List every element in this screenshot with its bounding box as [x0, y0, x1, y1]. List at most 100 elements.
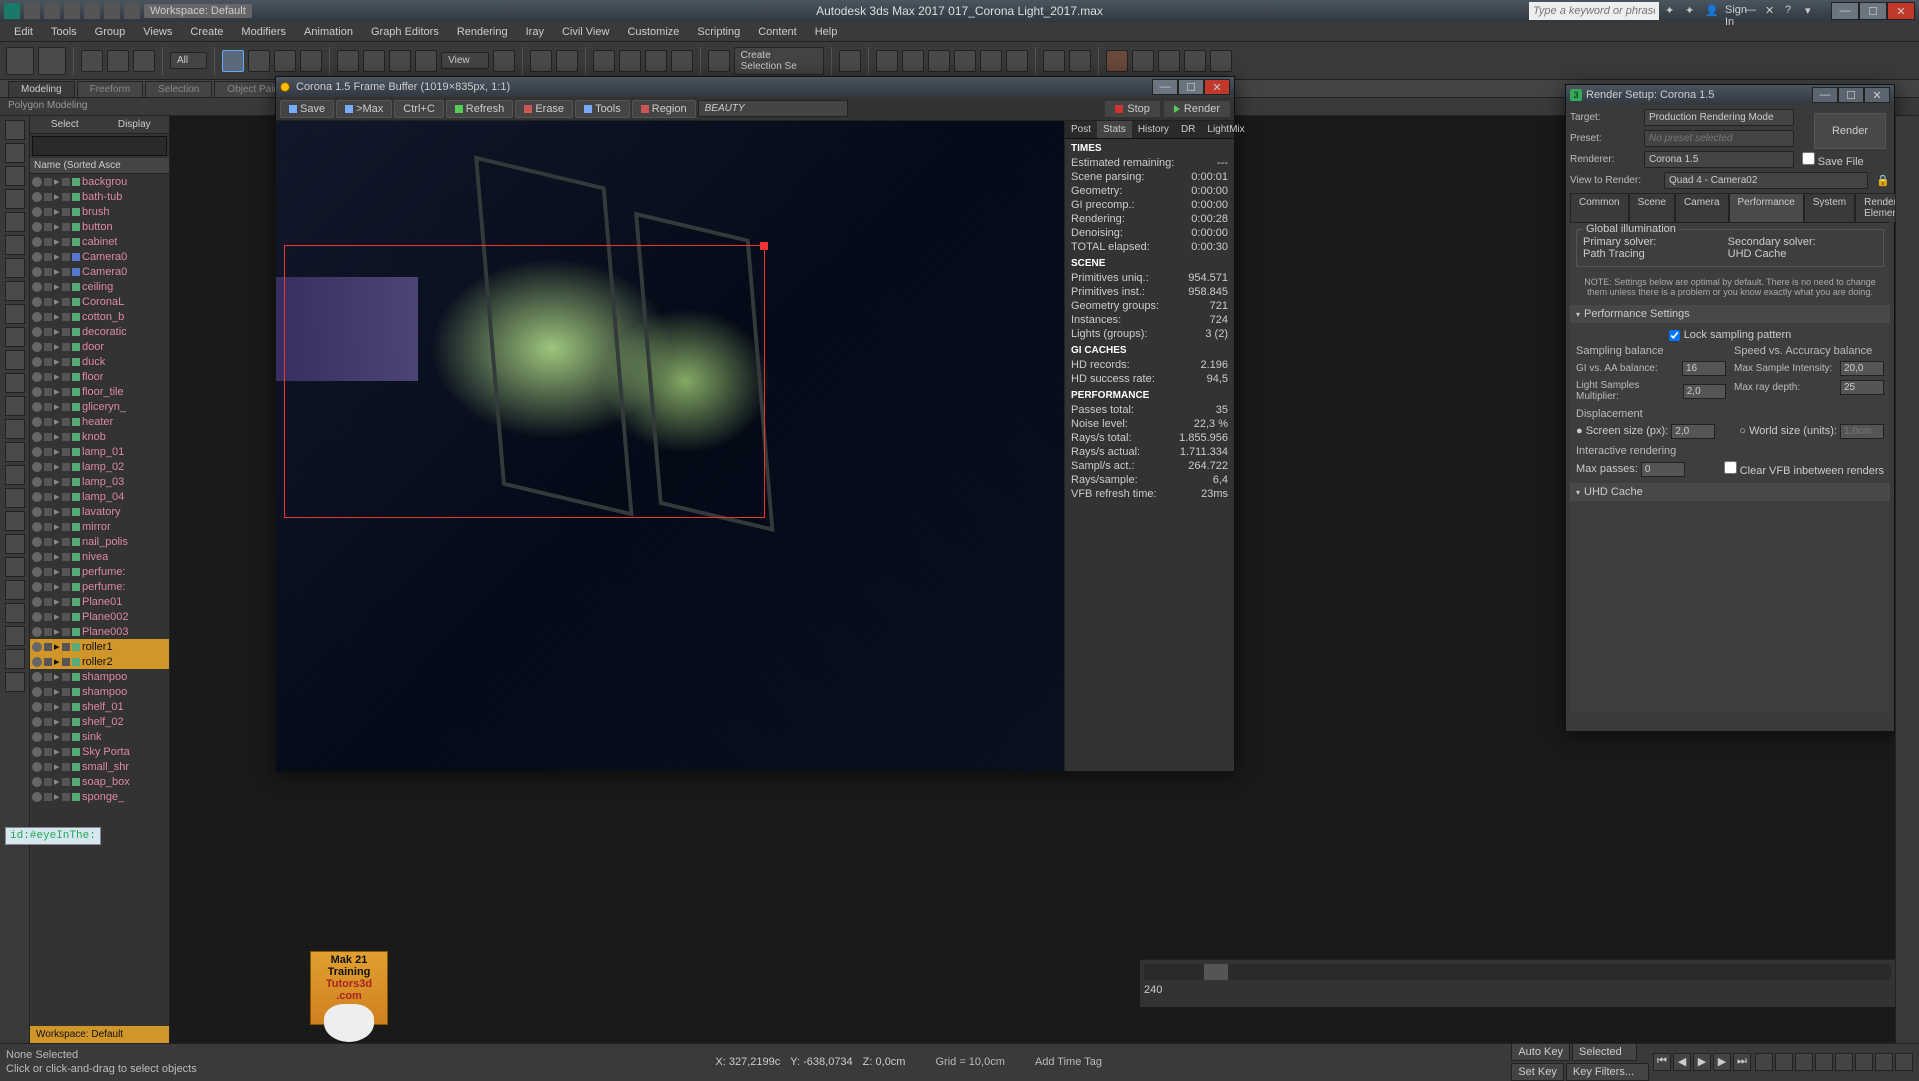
sidetool-7-icon[interactable] — [5, 258, 25, 278]
sidetool-22-icon[interactable] — [5, 603, 25, 623]
prev-frame-icon[interactable]: ◀ — [1673, 1053, 1691, 1071]
expand-icon[interactable]: ▸ — [54, 700, 60, 713]
material-editor-icon[interactable] — [1006, 50, 1028, 72]
named-selection-dropdown[interactable]: Create Selection Se — [734, 47, 824, 75]
expand-icon[interactable]: ▸ — [54, 190, 60, 203]
scene-row[interactable]: ▸floor_tile — [30, 384, 169, 399]
expand-icon[interactable]: ▸ — [54, 715, 60, 728]
visibility-icon[interactable] — [32, 357, 42, 367]
ribbon-tab-selection[interactable]: Selection — [145, 81, 212, 97]
expand-icon[interactable]: ▸ — [54, 550, 60, 563]
max-passes-spinner[interactable]: 0 — [1641, 462, 1685, 477]
expand-icon[interactable]: ▸ — [54, 415, 60, 428]
chevron-down-icon[interactable]: ▾ — [1805, 4, 1819, 18]
nav-5-icon[interactable] — [1835, 1053, 1853, 1071]
expand-icon[interactable]: ▸ — [54, 400, 60, 413]
scene-row[interactable]: ▸soap_box — [30, 774, 169, 789]
command-panel-strip[interactable] — [1895, 116, 1919, 1043]
setkey-button[interactable]: Set Key — [1511, 1063, 1564, 1081]
scene-row[interactable]: ▸decoratic — [30, 324, 169, 339]
lock-icon[interactable] — [62, 448, 70, 456]
rendered-frame-icon[interactable] — [1069, 50, 1091, 72]
scene-row[interactable]: ▸gliceryn_ — [30, 399, 169, 414]
scene-row[interactable]: ▸nail_polis — [30, 534, 169, 549]
lock-icon[interactable] — [62, 418, 70, 426]
primary-solver-dropdown[interactable]: Path Tracing — [1583, 248, 1653, 260]
vfb-minimize-button[interactable]: — — [1152, 79, 1178, 95]
undo-icon[interactable] — [6, 47, 34, 75]
freeze-icon[interactable] — [44, 763, 52, 771]
freeze-icon[interactable] — [44, 343, 52, 351]
timeline-track[interactable] — [1144, 964, 1891, 980]
vfb-render-view[interactable] — [276, 121, 1064, 771]
vfb-stop-button[interactable]: Stop — [1105, 101, 1160, 117]
visibility-icon[interactable] — [32, 687, 42, 697]
menu-animation[interactable]: Animation — [296, 24, 361, 40]
scene-row[interactable]: ▸nivea — [30, 549, 169, 564]
mrd-spinner[interactable]: 25 — [1840, 380, 1884, 395]
freeze-icon[interactable] — [44, 328, 52, 336]
expand-icon[interactable]: ▸ — [54, 235, 60, 248]
visibility-icon[interactable] — [32, 477, 42, 487]
lock-icon[interactable] — [62, 373, 70, 381]
sidetool-2-icon[interactable] — [5, 143, 25, 163]
scene-row[interactable]: ▸Camera0 — [30, 264, 169, 279]
sidetool-13-icon[interactable] — [5, 396, 25, 416]
sidetool-4-icon[interactable] — [5, 189, 25, 209]
expand-icon[interactable]: ▸ — [54, 280, 60, 293]
vfb-tab-history[interactable]: History — [1132, 121, 1175, 138]
secondary-solver-dropdown[interactable]: UHD Cache — [1728, 248, 1788, 260]
scene-row[interactable]: ▸backgrou — [30, 174, 169, 189]
lock-icon[interactable] — [62, 208, 70, 216]
visibility-icon[interactable] — [32, 537, 42, 547]
minimize-button[interactable]: — — [1831, 2, 1859, 20]
freeze-icon[interactable] — [44, 583, 52, 591]
lock-icon[interactable] — [62, 733, 70, 741]
visibility-icon[interactable] — [32, 522, 42, 532]
scene-row[interactable]: ▸shelf_02 — [30, 714, 169, 729]
rsetup-close-button[interactable]: ✕ — [1864, 87, 1890, 103]
rect-select-icon[interactable] — [274, 50, 296, 72]
lock-icon[interactable] — [62, 328, 70, 336]
scene-tab-display[interactable]: Display — [100, 116, 170, 133]
freeze-icon[interactable] — [44, 193, 52, 201]
manipulate-icon[interactable] — [530, 50, 552, 72]
lock-icon[interactable] — [62, 763, 70, 771]
menu-help[interactable]: Help — [807, 24, 846, 40]
nav-7-icon[interactable] — [1875, 1053, 1893, 1071]
freeze-icon[interactable] — [44, 178, 52, 186]
freeze-icon[interactable] — [44, 658, 52, 666]
lock-icon[interactable] — [62, 523, 70, 531]
scene-row[interactable]: ▸mirror — [30, 519, 169, 534]
sidetool-8-icon[interactable] — [5, 281, 25, 301]
vfb-region-button[interactable]: Region — [632, 100, 696, 118]
rsetup-tab-performance[interactable]: Performance — [1729, 193, 1804, 222]
vfb-erase-button[interactable]: Erase — [515, 100, 573, 118]
sidetool-18-icon[interactable] — [5, 511, 25, 531]
lock-icon[interactable] — [62, 403, 70, 411]
scene-row[interactable]: ▸CoronaL — [30, 294, 169, 309]
visibility-icon[interactable] — [32, 402, 42, 412]
lock-icon[interactable] — [62, 178, 70, 186]
visibility-icon[interactable] — [32, 327, 42, 337]
sidetool-16-icon[interactable] — [5, 465, 25, 485]
expand-icon[interactable]: ▸ — [54, 475, 60, 488]
lock-icon[interactable] — [62, 478, 70, 486]
nav-1-icon[interactable] — [1755, 1053, 1773, 1071]
freeze-icon[interactable] — [44, 373, 52, 381]
lock-icon[interactable] — [62, 283, 70, 291]
render-region-box[interactable] — [284, 245, 765, 518]
freeze-icon[interactable] — [44, 733, 52, 741]
visibility-icon[interactable] — [32, 747, 42, 757]
menu-customize[interactable]: Customize — [619, 24, 687, 40]
nav-2-icon[interactable] — [1775, 1053, 1793, 1071]
workspace-label[interactable]: Workspace: Default — [30, 1026, 169, 1043]
visibility-icon[interactable] — [32, 267, 42, 277]
scene-row[interactable]: ▸shelf_01 — [30, 699, 169, 714]
lock-icon[interactable] — [62, 508, 70, 516]
dash-icon[interactable]: — — [1745, 4, 1759, 18]
freeze-icon[interactable] — [44, 463, 52, 471]
sidetool-21-icon[interactable] — [5, 580, 25, 600]
visibility-icon[interactable] — [32, 702, 42, 712]
scene-row[interactable]: ▸cabinet — [30, 234, 169, 249]
